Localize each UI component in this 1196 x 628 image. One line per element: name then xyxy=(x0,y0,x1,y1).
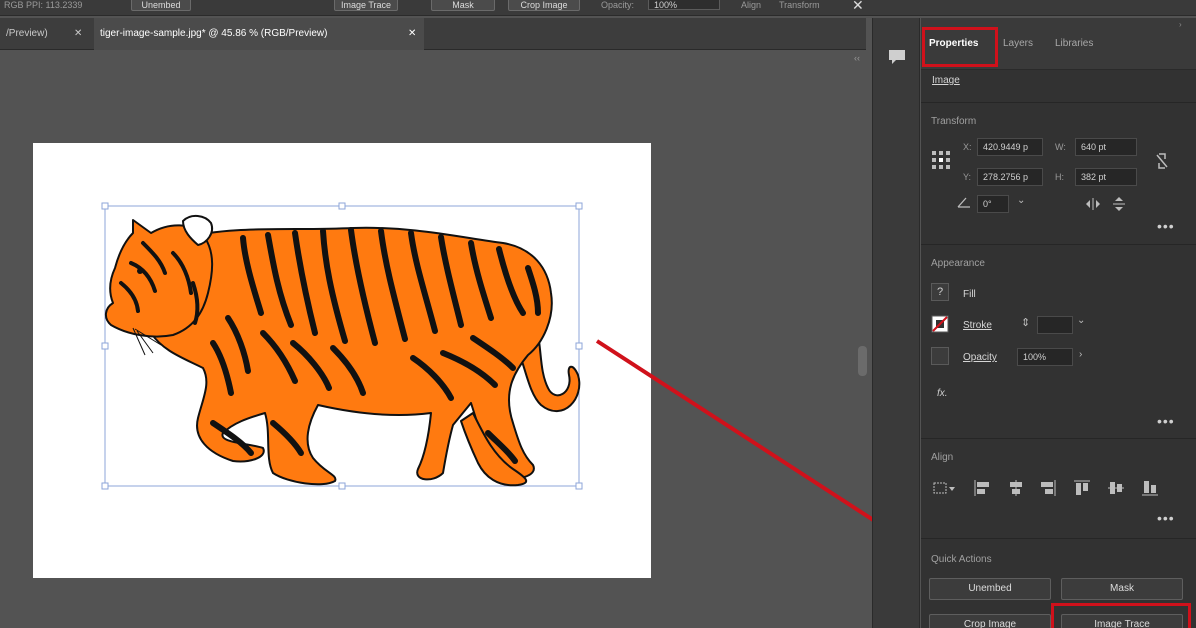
control-transform-link[interactable]: Transform xyxy=(779,0,820,10)
opacity-swatch-icon[interactable] xyxy=(931,347,949,365)
control-crop-image-button[interactable]: Crop Image xyxy=(508,0,580,11)
control-align-link[interactable]: Align xyxy=(741,0,761,10)
panel-menu-icon[interactable]: › xyxy=(1179,20,1182,29)
control-image-trace-button[interactable]: Image Trace xyxy=(334,0,398,11)
document-tab-label: /Preview) xyxy=(6,28,48,39)
chevron-down-icon[interactable]: ⌄ xyxy=(1077,315,1085,326)
stroke-label[interactable]: Stroke xyxy=(963,320,992,331)
fill-unknown-icon[interactable]: ? xyxy=(931,283,949,301)
constrain-proportions-icon[interactable] xyxy=(1155,152,1169,170)
transform-section-title: Transform xyxy=(931,116,977,127)
rotate-angle-field[interactable]: 0° xyxy=(977,195,1009,213)
control-mask-button[interactable]: Mask xyxy=(431,0,495,11)
rotate-angle-icon xyxy=(957,197,970,208)
image-trace-highlight xyxy=(1051,603,1191,628)
h-label: H: xyxy=(1055,172,1064,182)
x-position-field[interactable]: 420.9449 p xyxy=(977,138,1043,156)
document-tab-active[interactable]: tiger-image-sample.jpg* @ 45.86 % (RGB/P… xyxy=(94,18,424,50)
properties-tab-highlight xyxy=(922,27,998,67)
align-to-selection-icon[interactable] xyxy=(933,480,957,496)
y-position-field[interactable]: 278.2756 p xyxy=(977,168,1043,186)
close-icon[interactable]: ✕ xyxy=(852,0,864,14)
canvas-area[interactable]: ‹‹ xyxy=(0,51,916,628)
properties-panel: Properties Layers Libraries › Image Tran… xyxy=(921,18,1196,628)
unembed-button[interactable]: Unembed xyxy=(929,578,1051,600)
object-type-label: Image xyxy=(932,75,960,86)
align-bottom-edges-icon[interactable] xyxy=(1141,479,1159,497)
stroke-weight-field[interactable] xyxy=(1037,316,1073,334)
effects-fx-button[interactable]: fx. xyxy=(937,388,948,399)
document-info-text: RGB PPI: 113.2339 xyxy=(4,0,83,10)
flip-vertical-icon[interactable] xyxy=(1113,196,1125,212)
fill-label: Fill xyxy=(963,289,976,300)
tab-layers[interactable]: Layers xyxy=(1003,38,1033,49)
crop-image-button[interactable]: Crop Image xyxy=(929,614,1051,628)
divider xyxy=(921,102,1196,103)
align-left-edges-icon[interactable] xyxy=(973,479,991,497)
stepper-icon[interactable]: ⇕ xyxy=(1021,316,1030,329)
close-icon[interactable]: ✕ xyxy=(74,18,82,50)
control-unembed-button[interactable]: Unembed xyxy=(131,0,191,11)
chevron-right-icon[interactable]: › xyxy=(1079,349,1082,360)
appearance-section-title: Appearance xyxy=(931,258,985,269)
document-tab-label: tiger-image-sample.jpg* @ 45.86 % (RGB/P… xyxy=(100,28,328,39)
x-label: X: xyxy=(963,142,972,152)
more-options-icon[interactable]: ••• xyxy=(1157,510,1175,526)
align-right-edges-icon[interactable] xyxy=(1039,479,1057,497)
opacity-label[interactable]: Opacity xyxy=(963,352,997,363)
comments-icon[interactable] xyxy=(887,48,907,66)
divider xyxy=(921,438,1196,439)
control-opacity-field[interactable]: 100% xyxy=(648,0,720,10)
mask-button[interactable]: Mask xyxy=(1061,578,1183,600)
panel-icon-strip xyxy=(872,18,920,628)
document-tab-bar: /Preview) ✕ tiger-image-sample.jpg* @ 45… xyxy=(0,18,866,50)
divider xyxy=(921,244,1196,245)
chevron-down-icon[interactable]: ⌄ xyxy=(1017,195,1025,206)
align-top-edges-icon[interactable] xyxy=(1073,479,1091,497)
stroke-swatch-icon[interactable] xyxy=(931,315,949,333)
flip-horizontal-icon[interactable] xyxy=(1085,198,1101,210)
close-icon[interactable]: ✕ xyxy=(408,18,416,50)
y-label: Y: xyxy=(963,172,972,182)
align-vertical-center-icon[interactable] xyxy=(1107,479,1125,497)
opacity-field[interactable]: 100% xyxy=(1017,348,1073,366)
control-opacity-label: Opacity: xyxy=(601,0,635,10)
reference-point-icon[interactable] xyxy=(931,150,951,170)
tab-libraries[interactable]: Libraries xyxy=(1055,38,1093,49)
w-label: W: xyxy=(1055,142,1066,152)
more-options-icon[interactable]: ••• xyxy=(1157,218,1175,234)
width-field[interactable]: 640 pt xyxy=(1075,138,1137,156)
more-options-icon[interactable]: ••• xyxy=(1157,413,1175,429)
align-horizontal-center-icon[interactable] xyxy=(1007,479,1025,497)
control-bar: RGB PPI: 113.2339 Unembed Image Trace Ma… xyxy=(0,0,1196,16)
height-field[interactable]: 382 pt xyxy=(1075,168,1137,186)
divider xyxy=(921,538,1196,539)
quick-actions-section-title: Quick Actions xyxy=(931,554,992,565)
align-section-title: Align xyxy=(931,452,954,463)
